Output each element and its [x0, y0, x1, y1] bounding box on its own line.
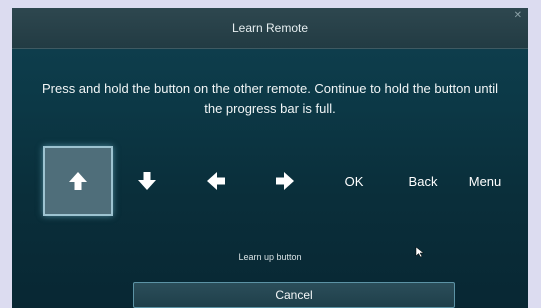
remote-button-up[interactable] — [43, 146, 113, 216]
remote-button-menu[interactable]: Menu — [457, 146, 513, 216]
learn-remote-dialog: Learn Remote ✕ Press and hold the button… — [12, 8, 528, 308]
remote-button-back[interactable]: Back — [388, 146, 458, 216]
arrow-left-icon — [207, 172, 225, 190]
instruction-text: Press and hold the button on the other r… — [41, 81, 499, 116]
cancel-button[interactable]: Cancel — [133, 282, 455, 308]
remote-buttons-row: OK Back Menu — [43, 146, 513, 216]
remote-button-down[interactable] — [112, 146, 182, 216]
remote-button-left[interactable] — [181, 146, 251, 216]
dialog-title: Learn Remote — [231, 21, 309, 35]
remote-button-right[interactable] — [250, 146, 320, 216]
mouse-cursor-icon — [415, 246, 425, 258]
dialog-title-bar: Learn Remote ✕ — [12, 8, 528, 49]
arrow-up-icon — [69, 172, 87, 190]
arrow-right-icon — [276, 172, 294, 190]
close-icon[interactable]: ✕ — [514, 10, 522, 21]
status-text: Learn up button — [238, 252, 302, 262]
arrow-down-icon — [138, 172, 156, 190]
remote-button-ok[interactable]: OK — [319, 146, 389, 216]
